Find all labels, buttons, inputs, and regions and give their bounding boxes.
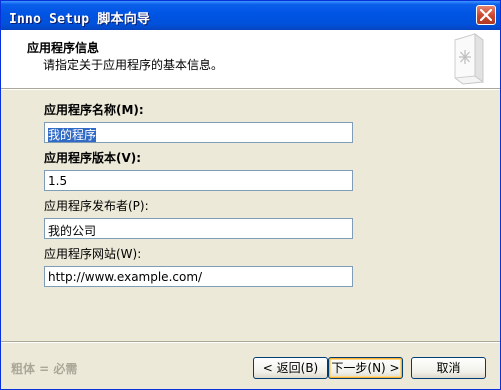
back-button[interactable]: < 返回(B) — [253, 357, 328, 379]
title-bar[interactable]: Inno Setup 脚本向导 — [1, 1, 500, 30]
app-name-field[interactable]: 我的程序 — [44, 122, 353, 143]
window-title: Inno Setup 脚本向导 — [9, 12, 151, 27]
required-hint: 粗体 = 必需 — [11, 362, 78, 376]
wizard-header: 应用程序信息 请指定关于应用程序的基本信息。 — [1, 30, 500, 88]
app-version-value: 1.5 — [48, 174, 68, 188]
app-publisher-label: 应用程序发布者(P): — [44, 199, 149, 213]
page-subtitle: 请指定关于应用程序的基本信息。 — [43, 58, 224, 72]
app-website-value: http://www.example.com/ — [48, 270, 203, 284]
app-name-value: 我的程序 — [48, 128, 97, 142]
app-publisher-value: 我的公司 — [48, 224, 97, 238]
header-divider-highlight — [1, 89, 500, 90]
close-button[interactable] — [476, 5, 496, 25]
cancel-button[interactable]: 取消 — [411, 357, 486, 379]
app-version-label: 应用程序版本(V): — [44, 151, 142, 165]
app-name-label: 应用程序名称(M): — [44, 103, 144, 117]
close-icon — [480, 9, 492, 21]
footer-divider-highlight — [1, 342, 500, 343]
app-website-label: 应用程序网站(W): — [44, 247, 142, 261]
notebook-icon — [454, 33, 484, 85]
next-button[interactable]: 下一步(N) > — [328, 357, 403, 379]
app-version-field[interactable]: 1.5 — [44, 170, 353, 191]
app-publisher-field[interactable]: 我的公司 — [44, 218, 353, 239]
app-website-field[interactable]: http://www.example.com/ — [44, 266, 353, 287]
wizard-window: Inno Setup 脚本向导 应用程序信息 请指定关于应用程序的基本信息。 应… — [0, 0, 501, 390]
page-title: 应用程序信息 — [27, 41, 100, 55]
